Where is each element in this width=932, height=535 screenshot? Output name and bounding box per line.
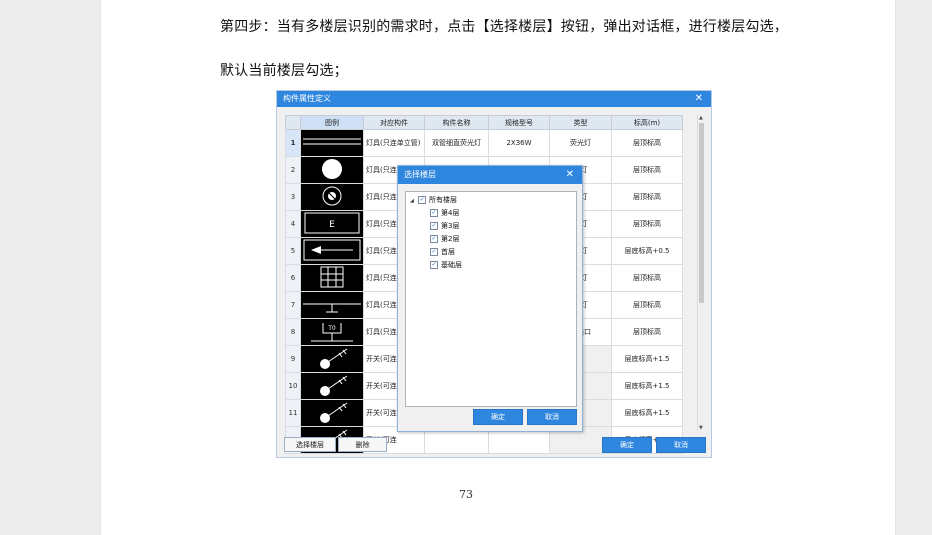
row-number[interactable]: 2: [285, 156, 301, 184]
spec-cell[interactable]: 2X36W: [488, 129, 550, 157]
scroll-up-icon[interactable]: ▲: [699, 115, 703, 121]
legend-symbol[interactable]: E: [300, 210, 364, 238]
tree-item-label: 首层: [441, 248, 455, 256]
legend-symbol[interactable]: [300, 399, 364, 427]
row-number[interactable]: 8: [285, 318, 301, 346]
elevation-cell[interactable]: 层底标高+1.5: [611, 399, 683, 427]
floor-dialog-title: 选择楼层: [404, 170, 436, 179]
checkbox[interactable]: ✓: [430, 235, 438, 243]
expand-triangle-icon[interactable]: ◢: [410, 196, 418, 207]
column-header[interactable]: 对应构件: [363, 115, 425, 130]
header-corner-cell: [285, 115, 301, 130]
tree-item-floor[interactable]: ✓ 第4层: [430, 208, 459, 219]
elevation-cell[interactable]: 层底标高+0.5: [611, 237, 683, 265]
floor-tree: ◢ ✓ 所有楼层 ✓ 第4层 ✓ 第3层 ✓ 第2层 ✓ 首层 ✓ 基础层: [405, 191, 577, 407]
close-icon[interactable]: ✕: [695, 91, 703, 107]
tree-item-label: 第2层: [441, 235, 460, 243]
elevation-cell[interactable]: 层顶标高: [611, 318, 683, 346]
tree-item-label: 基础层: [441, 261, 462, 269]
select-floor-button[interactable]: 选择楼层: [284, 437, 336, 452]
row-number[interactable]: 6: [285, 264, 301, 292]
legend-symbol[interactable]: [300, 129, 364, 157]
legend-symbol[interactable]: [300, 156, 364, 184]
ok-button[interactable]: 确定: [602, 437, 652, 453]
component-cell[interactable]: 灯具(只连单立管): [363, 129, 425, 157]
elevation-cell[interactable]: 层顶标高: [611, 264, 683, 292]
legend-symbol[interactable]: [300, 264, 364, 292]
legend-grid-box-icon: [320, 266, 344, 288]
elevation-cell[interactable]: 层顶标高: [611, 291, 683, 319]
legend-symbol[interactable]: [300, 372, 364, 400]
paragraph-step-four: 第四步：当有多楼层识别的需求时，点击【选择楼层】按钮，弹出对话框，进行楼层勾选，: [220, 19, 788, 35]
svg-text:E: E: [329, 220, 335, 230]
elevation-cell[interactable]: 层底标高+1.5: [611, 372, 683, 400]
column-header[interactable]: 规格型号: [488, 115, 550, 130]
elevation-cell[interactable]: 层顶标高: [611, 156, 683, 184]
tree-item-floor[interactable]: ✓ 第3层: [430, 221, 459, 232]
elevation-cell[interactable]: 层顶标高: [611, 210, 683, 238]
legend-double-line-icon: [303, 138, 361, 145]
floor-cancel-button[interactable]: 取消: [527, 409, 577, 425]
legend-symbol[interactable]: [300, 291, 364, 319]
type-cell[interactable]: 荧光灯: [549, 129, 612, 157]
legend-box-e-icon: E: [304, 212, 360, 234]
page-number: 73: [459, 488, 473, 501]
dialog-title-bar: 构件属性定义 ✕: [277, 91, 711, 107]
cancel-button[interactable]: 取消: [656, 437, 706, 453]
tree-item-all-floors[interactable]: ◢ ✓ 所有楼层: [410, 195, 457, 206]
legend-symbol[interactable]: T0: [300, 318, 364, 346]
row-number[interactable]: 9: [285, 345, 301, 373]
row-number[interactable]: 11: [285, 399, 301, 427]
legend-symbol[interactable]: [300, 183, 364, 211]
checkbox[interactable]: ✓: [418, 196, 426, 204]
svg-text:T0: T0: [327, 325, 336, 332]
elevation-cell[interactable]: 层底标高+1.5: [611, 345, 683, 373]
floor-ok-button[interactable]: 确定: [473, 409, 523, 425]
legend-switch-icon: [320, 348, 348, 369]
tree-item-label: 第3层: [441, 222, 460, 230]
row-number[interactable]: 10: [285, 372, 301, 400]
elevation-cell[interactable]: 层顶标高: [611, 129, 683, 157]
tree-item-label: 所有楼层: [429, 196, 457, 204]
legend-ring-circle-icon: [322, 186, 342, 206]
column-header[interactable]: 类型: [549, 115, 612, 130]
tree-item-floor[interactable]: ✓ 第2层: [430, 234, 459, 245]
legend-switch-icon: [320, 375, 348, 396]
column-header[interactable]: 标高(m): [611, 115, 683, 130]
row-number[interactable]: 7: [285, 291, 301, 319]
scroll-down-icon[interactable]: ▼: [699, 425, 703, 431]
floor-dialog-title-bar: 选择楼层 ✕: [398, 166, 582, 184]
legend-t-line-icon: [303, 303, 361, 313]
row-number[interactable]: 3: [285, 183, 301, 211]
close-icon[interactable]: ✕: [566, 166, 574, 184]
select-floor-dialog: 选择楼层 ✕ ◢ ✓ 所有楼层 ✓ 第4层 ✓ 第3层 ✓ 第2层 ✓ 首层 ✓ 基础层 确定 取消: [397, 165, 583, 432]
elevation-cell[interactable]: 层顶标高: [611, 183, 683, 211]
tree-item-label: 第4层: [441, 209, 460, 217]
checkbox[interactable]: ✓: [430, 261, 438, 269]
scrollbar-thumb[interactable]: [699, 123, 704, 303]
checkbox[interactable]: ✓: [430, 209, 438, 217]
delete-button[interactable]: 删除: [338, 437, 387, 452]
checkbox[interactable]: ✓: [430, 248, 438, 256]
legend-arrow-box-icon: [303, 239, 361, 261]
legend-t0-box-icon: T0: [311, 323, 353, 342]
legend-switch-icon: [320, 402, 348, 423]
row-number[interactable]: 4: [285, 210, 301, 238]
row-number[interactable]: 5: [285, 237, 301, 265]
vertical-scrollbar[interactable]: ▲ ▼: [697, 115, 706, 431]
legend-symbol[interactable]: [300, 237, 364, 265]
column-header[interactable]: 图例: [300, 115, 364, 130]
legend-filled-circle-icon: [322, 159, 342, 179]
dialog-title: 构件属性定义: [283, 94, 331, 103]
legend-symbol[interactable]: [300, 345, 364, 373]
table-row[interactable]: 1 灯具(只连单立管) 双管细直荧光灯 2X36W 荧光灯 层顶标高: [285, 129, 683, 157]
paragraph-default-floor: 默认当前楼层勾选；: [220, 63, 348, 79]
name-cell[interactable]: 双管细直荧光灯: [424, 129, 489, 157]
tree-item-floor[interactable]: ✓ 首层: [430, 247, 455, 258]
row-number[interactable]: 1: [285, 129, 301, 157]
tree-item-floor[interactable]: ✓ 基础层: [430, 260, 462, 271]
column-header[interactable]: 构件名称: [424, 115, 489, 130]
checkbox[interactable]: ✓: [430, 222, 438, 230]
table-header-row: 图例 对应构件 构件名称 规格型号 类型 标高(m): [285, 115, 683, 130]
